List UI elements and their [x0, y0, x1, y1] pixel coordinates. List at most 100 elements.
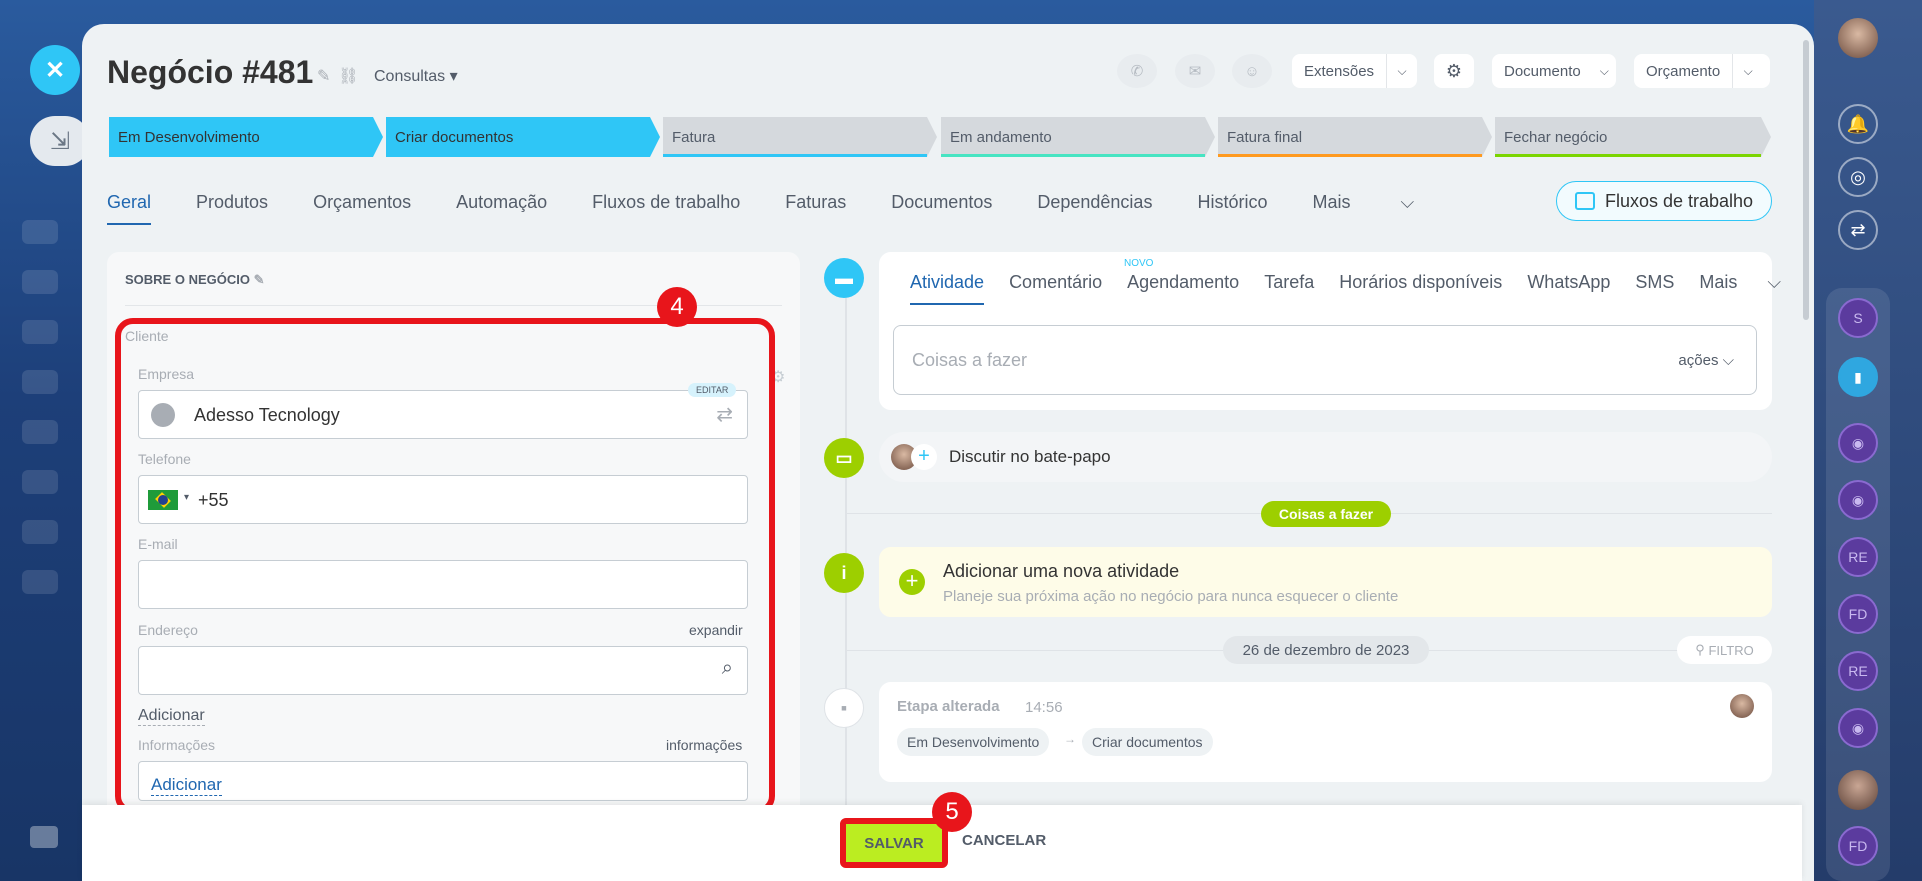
- tab-faturas[interactable]: Faturas: [785, 192, 846, 213]
- tab-sms[interactable]: SMS: [1635, 272, 1674, 293]
- tab-fluxos[interactable]: Fluxos de trabalho: [592, 192, 740, 213]
- edit-icon[interactable]: ✎⛓: [317, 66, 367, 86]
- history-title: Etapa alterada: [897, 698, 1000, 715]
- stage-item[interactable]: Fatura final: [1218, 117, 1492, 157]
- todo-input[interactable]: Coisas a fazer ações ⌵: [893, 325, 1757, 395]
- plus-icon[interactable]: +: [899, 569, 925, 595]
- bell-icon[interactable]: 🔔: [1838, 104, 1878, 144]
- new-activity-card[interactable]: + Adicionar uma nova atividade Planeje s…: [879, 547, 1772, 617]
- stage-color-bar: [1495, 154, 1761, 157]
- phone-icon[interactable]: ✆: [1117, 54, 1157, 88]
- rail-item-s[interactable]: S: [1838, 298, 1878, 338]
- cancel-button[interactable]: CANCELAR: [962, 832, 1046, 849]
- todo-pill: Coisas a fazer: [1261, 501, 1391, 527]
- tab-tarefa[interactable]: Tarefa: [1264, 272, 1314, 293]
- extensions-label: Extensões: [1304, 62, 1375, 80]
- stage-label: Fechar negócio: [1504, 128, 1608, 146]
- deal-tabs: Geral Produtos Orçamentos Automação Flux…: [107, 192, 1459, 225]
- history-time: 14:56: [1025, 699, 1063, 716]
- stage-item[interactable]: Fatura: [663, 117, 937, 157]
- stage-item[interactable]: Em andamento: [941, 117, 1215, 157]
- new-badge: NOVO: [1124, 258, 1154, 269]
- rail-item-open-line[interactable]: ◉: [1838, 423, 1878, 463]
- new-activity-subtitle: Planeje sua próxima ação no negócio para…: [943, 588, 1399, 605]
- close-slider-button[interactable]: ✕: [30, 45, 80, 95]
- chat-icon[interactable]: ☺: [1232, 54, 1272, 88]
- workflows-button[interactable]: Fluxos de trabalho: [1556, 181, 1772, 221]
- printer-icon[interactable]: [30, 826, 58, 848]
- tab-automacao[interactable]: Automação: [456, 192, 547, 213]
- mail-icon[interactable]: ✉: [1175, 54, 1215, 88]
- actions-label: ações: [1678, 352, 1719, 369]
- chat-card[interactable]: + Discutir no bate-papo: [879, 432, 1772, 482]
- stage-label: Criar documentos: [395, 128, 514, 146]
- tab-orcamentos[interactable]: Orçamentos: [313, 192, 411, 213]
- quote-label: Orçamento: [1646, 62, 1721, 80]
- tab-mais[interactable]: Mais ⌵: [1312, 192, 1414, 213]
- rail-item-open-line[interactable]: ◉: [1838, 708, 1878, 748]
- stage-color-bar: [941, 154, 1205, 157]
- tab-geral[interactable]: Geral: [107, 192, 152, 225]
- rail-item-fd[interactable]: FD: [1838, 826, 1878, 866]
- stage-label: Fatura final: [1227, 128, 1303, 146]
- tag-icon: ▪: [824, 688, 864, 728]
- filter-label: FILTRO: [1708, 642, 1754, 658]
- stage-label: Fatura: [672, 128, 716, 146]
- document-button[interactable]: Documento ⌵: [1492, 54, 1616, 88]
- annotation-badge-5: 5: [932, 792, 972, 832]
- bg-shape: [22, 520, 58, 544]
- deal-panel: Negócio #481 ✎⛓ Consultas ▾ ✆ ✉ ☺ Extens…: [82, 24, 1814, 881]
- actions-dropdown[interactable]: ações ⌵: [1678, 352, 1734, 369]
- save-button[interactable]: SALVAR: [840, 818, 948, 868]
- add-icon[interactable]: +: [911, 444, 937, 470]
- sync-icon[interactable]: ⇄: [1838, 210, 1878, 250]
- stage-chip-from: Em Desenvolvimento: [897, 728, 1050, 756]
- tab-horarios[interactable]: Horários disponíveis: [1339, 272, 1502, 293]
- category-dropdown[interactable]: Consultas ▾: [374, 66, 458, 86]
- workflow-icon: [1574, 192, 1595, 210]
- settings-gear-icon[interactable]: ⚙: [1434, 54, 1474, 88]
- filter-button[interactable]: ⚲ FILTRO: [1677, 636, 1772, 664]
- comment-icon: ▬: [824, 258, 864, 298]
- tab-comentario[interactable]: Comentário: [1009, 272, 1102, 293]
- scrollbar[interactable]: [1803, 40, 1809, 320]
- tab-produtos[interactable]: Produtos: [196, 192, 268, 213]
- quote-button[interactable]: Orçamento ⌵: [1634, 54, 1770, 88]
- extensions-button[interactable]: Extensões ⌵: [1292, 54, 1417, 88]
- tab-agendamento[interactable]: Agendamento: [1127, 272, 1239, 293]
- history-card: Etapa alterada 14:56 Em Desenvolvimento …: [879, 682, 1772, 782]
- annotation-badge-4: 4: [657, 287, 697, 327]
- rail-item-re[interactable]: RE: [1838, 651, 1878, 691]
- contact-avatar[interactable]: [1838, 770, 1878, 810]
- user-avatar[interactable]: [1838, 18, 1878, 58]
- bg-shape: [22, 370, 58, 394]
- tab-dependencias[interactable]: Dependências: [1037, 192, 1152, 213]
- stage-color-bar: [663, 154, 927, 157]
- date-pill: 26 de dezembro de 2023: [1223, 636, 1429, 664]
- tab-atividade[interactable]: Atividade: [910, 272, 985, 305]
- bg-shape: [22, 570, 58, 594]
- stage-item[interactable]: Fechar negócio: [1495, 117, 1771, 157]
- bookmark-icon[interactable]: ▮: [1838, 357, 1878, 397]
- chevron-down-icon: ⌵: [1743, 63, 1753, 78]
- tab-mais-label: Mais: [1312, 192, 1351, 212]
- tab-mais[interactable]: Mais ⌵: [1699, 272, 1781, 293]
- rail-item-fd[interactable]: FD: [1838, 594, 1878, 634]
- document-label: Documento: [1504, 62, 1581, 80]
- stage-item[interactable]: Criar documentos: [386, 117, 660, 157]
- tab-documentos[interactable]: Documentos: [891, 192, 992, 213]
- tab-whatsapp[interactable]: WhatsApp: [1527, 272, 1610, 293]
- stage-item[interactable]: Em Desenvolvimento: [109, 117, 383, 157]
- bg-shape: [22, 320, 58, 344]
- bg-shape: [22, 470, 58, 494]
- activity-icon[interactable]: ◎: [1838, 157, 1878, 197]
- pencil-icon[interactable]: ✎: [254, 272, 265, 287]
- about-title-text: SOBRE O NEGÓCIO: [125, 272, 250, 287]
- tab-historico[interactable]: Histórico: [1197, 192, 1267, 213]
- new-activity-title: Adicionar uma nova atividade: [943, 561, 1180, 581]
- stage-color-bar: [1218, 154, 1482, 157]
- rail-item-re[interactable]: RE: [1838, 537, 1878, 577]
- avatar: [1730, 694, 1754, 718]
- minimize-slider-button[interactable]: ⇲: [30, 116, 90, 166]
- rail-item-open-line[interactable]: ◉: [1838, 480, 1878, 520]
